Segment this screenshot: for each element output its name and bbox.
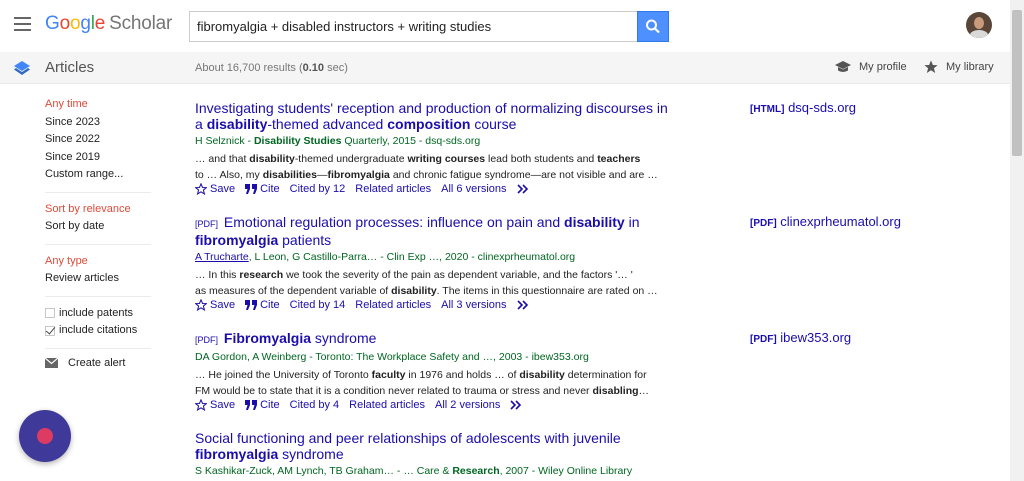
result-item: [PDF] Fibromyalgia syndrome DA Gordon, A… [195,330,995,411]
all-versions-link[interactable]: All 3 versions [441,299,506,311]
pdf-tag: [PDF] [195,335,219,345]
author-link[interactable]: A Trucharte [195,251,249,263]
articles-stack-icon [14,61,30,75]
sort-by-date[interactable]: Sort by date [45,218,151,236]
include-options-group: include patents include citations [45,305,151,349]
related-articles-link[interactable]: Related articles [349,399,425,411]
result-item: [PDF] Emotional regulation processes: in… [195,214,995,311]
more-chevrons-icon[interactable] [516,300,529,310]
result-title-link[interactable]: [PDF] Emotional regulation processes: in… [195,214,675,248]
graduation-cap-icon [835,61,851,72]
result-title-link[interactable]: Investigating students' reception and pr… [195,100,675,132]
create-alert-link[interactable]: Create alert [45,357,155,369]
related-articles-link[interactable]: Related articles [355,183,431,195]
filter-review-articles[interactable]: Review articles [45,270,151,288]
my-library-link[interactable]: My library [924,60,994,74]
more-chevrons-icon[interactable] [516,184,529,194]
result-actions: Save Cite Cited by 4 Related articles Al… [195,399,995,411]
my-profile-link[interactable]: My profile [835,60,907,74]
result-snippet: … and that disability-themed undergradua… [195,153,658,181]
quote-icon [245,300,258,310]
time-filter-group: Any time Since 2023 Since 2022 Since 201… [45,96,151,193]
checkbox-checked[interactable] [45,325,55,336]
section-title: Articles [45,59,95,76]
sort-by-relevance[interactable]: Sort by relevance [45,201,151,219]
star-outline-icon [195,399,207,411]
fulltext-link[interactable]: [PDF] clinexprheumatol.org [750,214,901,229]
result-meta: A Trucharte, L Leon, G Castillo-Parra… -… [195,251,576,263]
filter-custom-range[interactable]: Custom range... [45,166,151,184]
result-meta: S Kashikar-Zuck, AM Lynch, TB Graham… - … [195,465,633,477]
cite-button[interactable]: Cite [245,299,280,311]
quote-icon [245,184,258,194]
result-item: Investigating students' reception and pr… [195,100,995,195]
all-versions-link[interactable]: All 2 versions [435,399,500,411]
cited-by-link[interactable]: Cited by 12 [290,183,346,195]
search-input[interactable] [190,12,637,41]
save-button[interactable]: Save [195,183,235,195]
result-actions: Save Cite Cited by 14 Related articles A… [195,299,995,311]
include-citations-label: include citations [59,324,138,336]
save-button[interactable]: Save [195,399,235,411]
floating-action-button[interactable] [19,410,71,462]
star-outline-icon [195,299,207,311]
cited-by-link[interactable]: Cited by 4 [290,399,340,411]
filter-any-type[interactable]: Any type [45,253,151,271]
hamburger-menu-icon[interactable] [14,17,31,31]
result-actions: Save Cite Cited by 12 Related articles A… [195,183,995,195]
cite-button[interactable]: Cite [245,399,280,411]
result-meta: H Selznick - Disability Studies Quarterl… [195,135,481,147]
filter-since-2019[interactable]: Since 2019 [45,149,151,167]
all-versions-link[interactable]: All 6 versions [441,183,506,195]
user-avatar[interactable] [966,12,992,38]
pdf-tag: [PDF] [195,219,219,229]
filter-any-time[interactable]: Any time [45,96,151,114]
star-outline-icon [195,183,207,195]
include-patents-label: include patents [59,306,133,319]
result-snippet: … In this research we took the severity … [195,269,658,297]
results-list: Investigating students' reception and pr… [195,100,995,481]
cite-button[interactable]: Cite [245,183,280,195]
checkbox-unchecked[interactable] [45,308,55,319]
result-item: Social functioning and peer relationship… [195,430,995,478]
result-snippet: … He joined the University of Toronto fa… [195,369,650,397]
page-scrollbar[interactable] [1010,0,1024,481]
result-title-link[interactable]: Social functioning and peer relationship… [195,430,675,462]
filter-since-2022[interactable]: Since 2022 [45,131,151,149]
result-title-link[interactable]: [PDF] Fibromyalgia syndrome [195,330,675,348]
sub-header-bar: Articles About 16,700 results (0.10 sec)… [0,52,1010,84]
search-box [189,11,637,42]
include-patents-checkbox[interactable]: include patents [45,305,151,323]
cited-by-link[interactable]: Cited by 14 [290,299,346,311]
save-button[interactable]: Save [195,299,235,311]
more-chevrons-icon[interactable] [510,400,522,410]
record-dot-icon [37,428,53,444]
envelope-icon [45,357,58,368]
fulltext-link[interactable]: [PDF] ibew353.org [750,330,851,345]
search-icon [646,19,660,34]
sort-group: Sort by relevance Sort by date [45,201,151,245]
google-scholar-logo[interactable]: Google Scholar [45,13,172,35]
quote-icon [245,400,258,410]
filter-since-2023[interactable]: Since 2023 [45,114,151,132]
search-button[interactable] [637,11,669,42]
star-icon [924,60,938,73]
type-filter-group: Any type Review articles [45,253,151,297]
result-meta: DA Gordon, A Weinberg - Toronto: The Wor… [195,351,589,363]
filter-sidebar: Any time Since 2023 Since 2022 Since 201… [45,96,155,369]
fulltext-link[interactable]: [HTML] dsq-sds.org [750,100,856,115]
include-citations-checkbox[interactable]: include citations [45,322,151,340]
results-count: About 16,700 results (0.10 sec) [195,62,348,74]
related-articles-link[interactable]: Related articles [355,299,431,311]
scrollbar-thumb[interactable] [1012,10,1022,156]
top-bar: Google Scholar [0,0,1010,52]
